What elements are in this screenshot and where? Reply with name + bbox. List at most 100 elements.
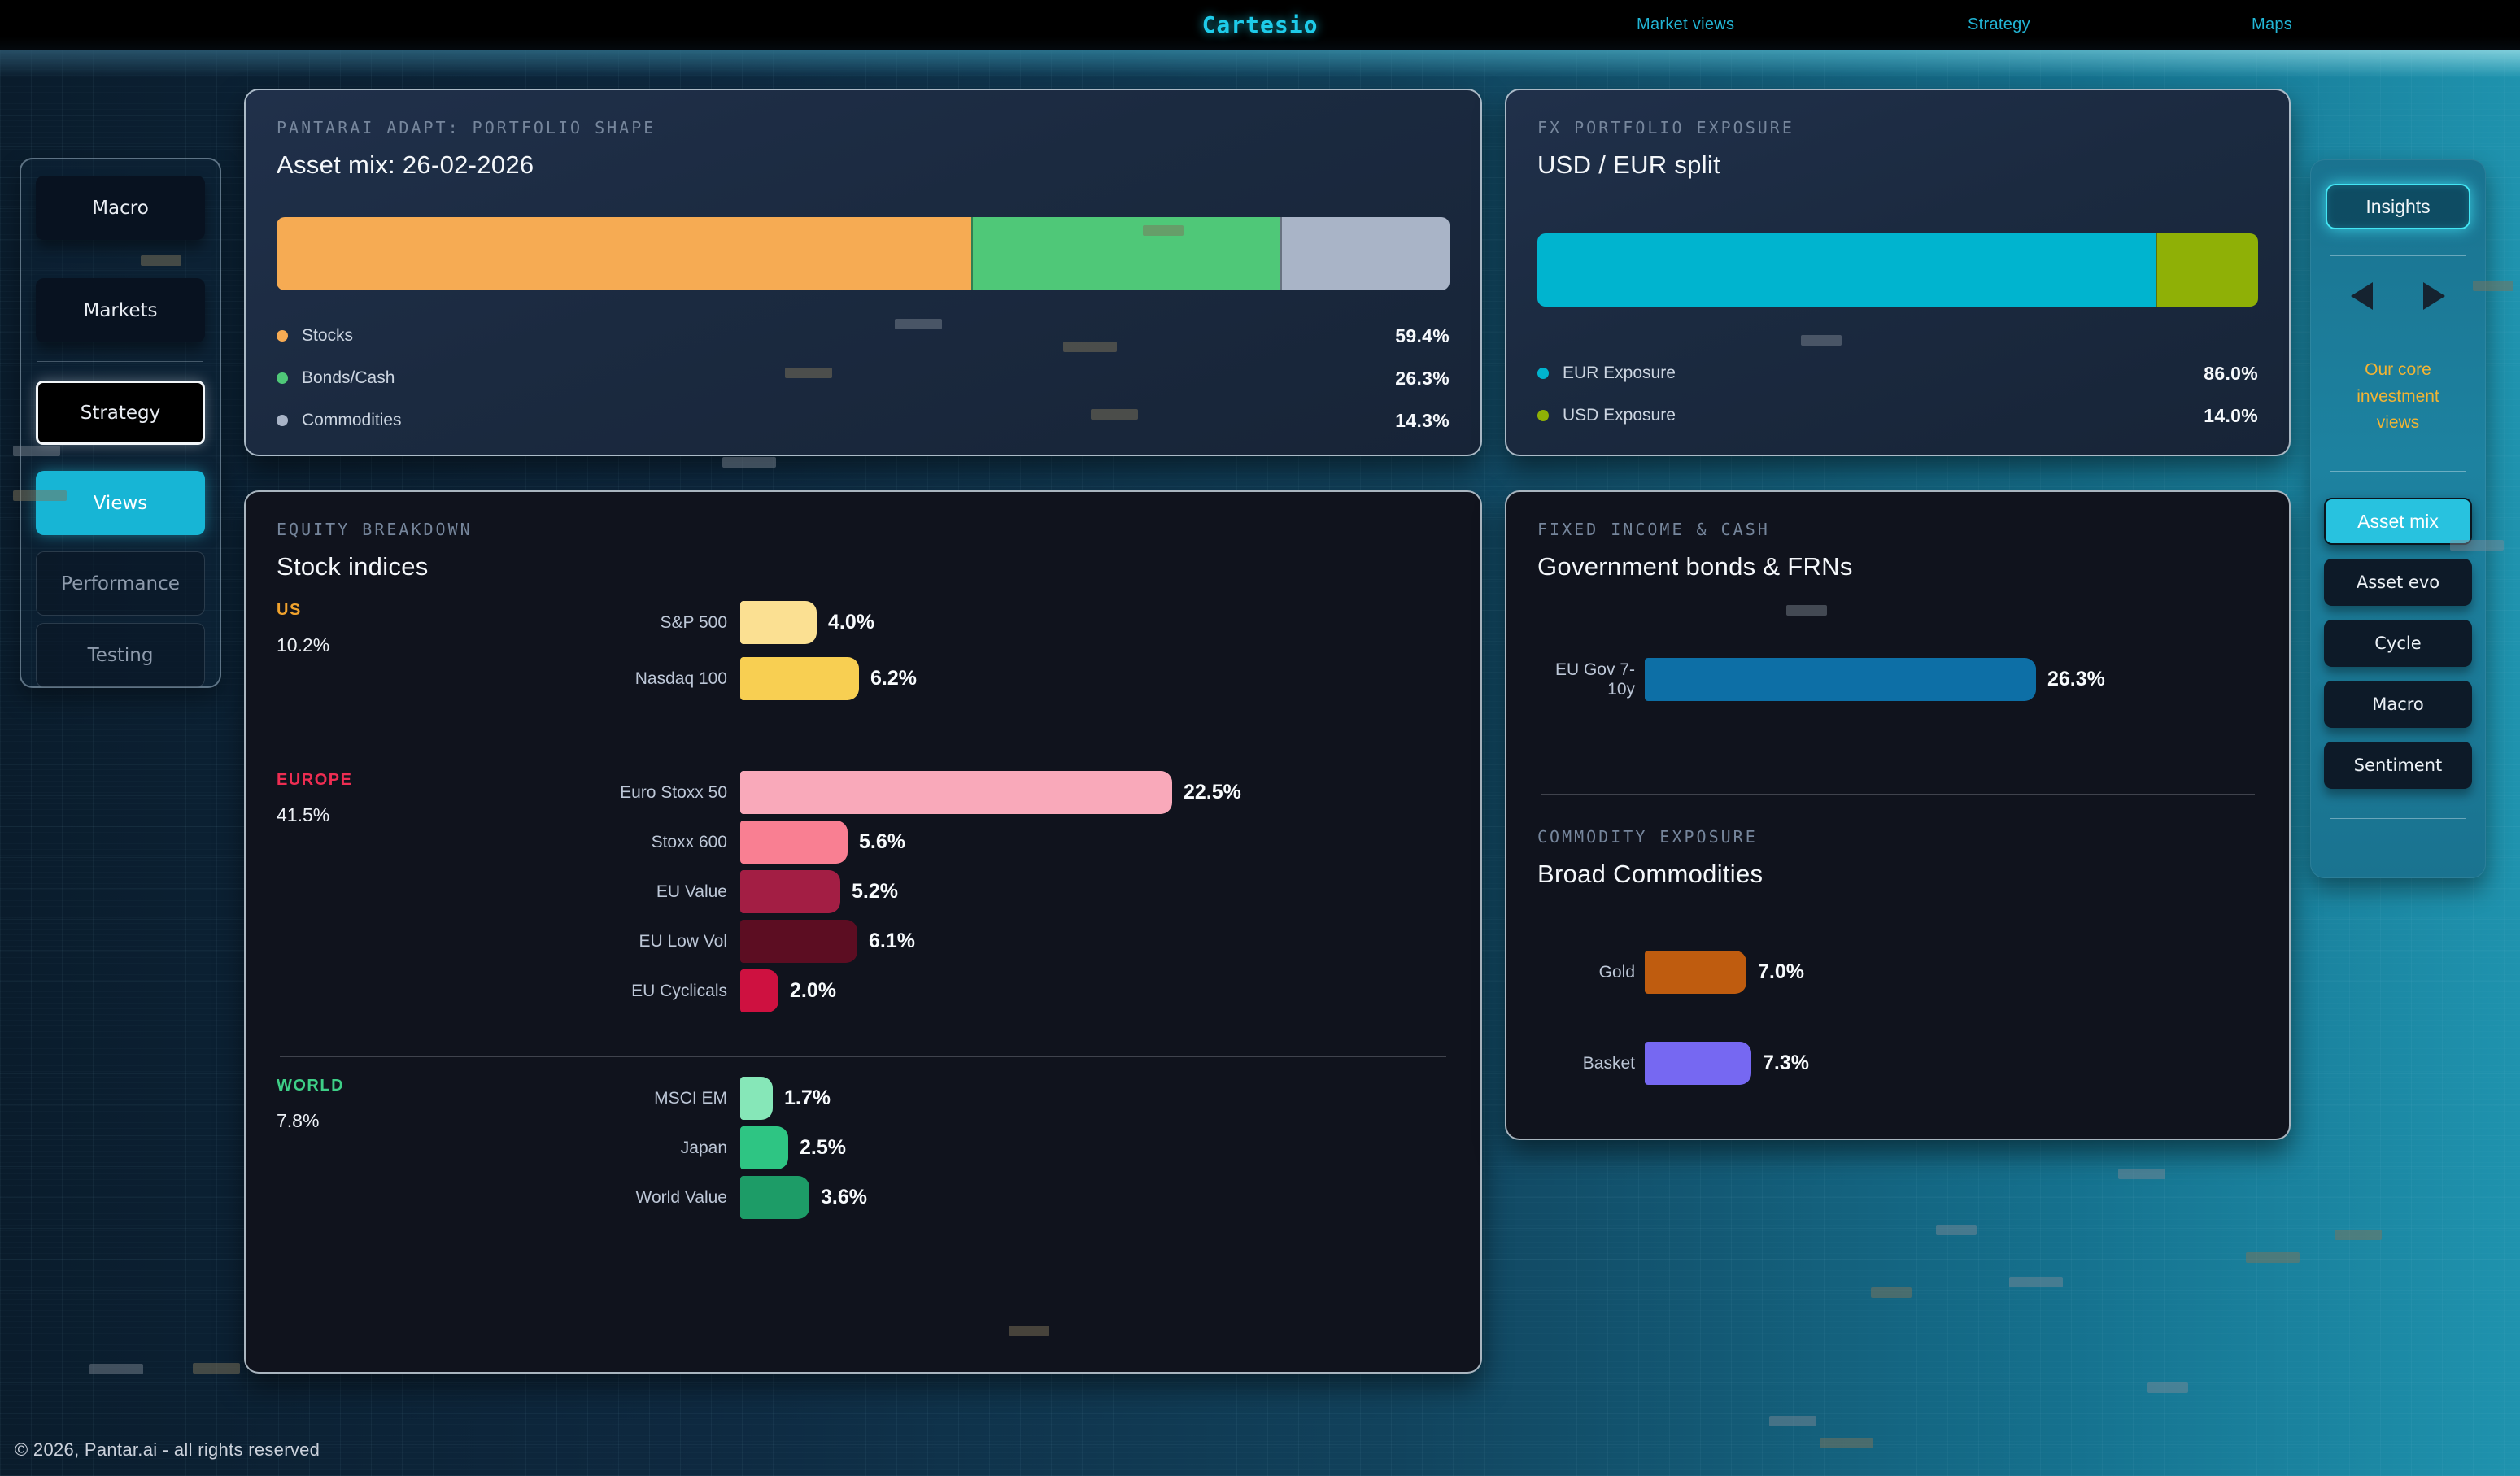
- app-logo[interactable]: Cartesio: [1202, 11, 1319, 38]
- legend-label: Commodities: [302, 411, 402, 430]
- row-basket: Basket 7.3%: [1537, 1042, 2258, 1085]
- equity-row-japan: Japan2.5%: [521, 1126, 1450, 1169]
- segment-commodities: [1280, 217, 1450, 290]
- view-button-sentiment[interactable]: Sentiment: [2324, 742, 2472, 789]
- sidebar-item-performance[interactable]: Performance: [36, 551, 205, 616]
- view-buttons: Asset mix Asset evo Cycle Macro Sentiment: [2323, 498, 2473, 789]
- deco-dash: [1871, 1287, 1912, 1298]
- segment-stocks: [277, 217, 971, 290]
- view-button-macro[interactable]: Macro: [2324, 681, 2472, 728]
- nav-link-market-views[interactable]: Market views: [1637, 15, 1734, 34]
- bar-label: Euro Stoxx 50: [521, 783, 740, 803]
- legend-value: 26.3%: [1395, 368, 1450, 390]
- core-views-caption: Our core investment views: [2336, 357, 2460, 437]
- insights-button[interactable]: Insights: [2326, 184, 2470, 229]
- bar-label: World Value: [521, 1188, 740, 1208]
- deco-dash: [1769, 1416, 1816, 1426]
- bar-japan: [740, 1126, 788, 1169]
- deco-dash: [89, 1364, 143, 1374]
- bar-label: EU Low Vol: [521, 932, 740, 951]
- bar-value: 6.2%: [870, 667, 917, 690]
- nav-glow-band: [0, 50, 2520, 78]
- panel-header: FX PORTFOLIO EXPOSURE: [1537, 118, 2258, 137]
- equity-section-europe: EUROPE 41.5%Euro Stoxx 5022.5% Stoxx 600 5.…: [277, 771, 1450, 1019]
- panel-title: Asset mix: 26-02-2026: [277, 150, 1450, 180]
- equity-row-euro-stoxx-50: Euro Stoxx 5022.5%: [521, 771, 1450, 814]
- nav-link-strategy[interactable]: Strategy: [1968, 15, 2030, 34]
- fixed-income-rows: EU Gov 7-10y26.3%: [1537, 658, 2258, 701]
- sidebar-item-macro[interactable]: Macro: [36, 176, 205, 240]
- deco-dash: [722, 457, 776, 468]
- deco-dash: [2118, 1169, 2165, 1179]
- section-label: EUROPE: [277, 771, 521, 790]
- sidebar-item-views[interactable]: Views: [36, 471, 205, 535]
- next-arrow-button[interactable]: [2423, 282, 2445, 310]
- section-total: 7.8%: [277, 1110, 521, 1132]
- bar-value: 7.0%: [1758, 960, 1804, 984]
- view-button-cycle[interactable]: Cycle: [2324, 620, 2472, 667]
- deco-dash: [2009, 1277, 2063, 1287]
- panel-portfolio-shape: PANTARAI ADAPT: PORTFOLIO SHAPE Asset mi…: [244, 89, 1482, 456]
- bar-value: 3.6%: [821, 1186, 867, 1209]
- panel-title: Government bonds & FRNs: [1537, 552, 2258, 581]
- section-label: WORLD: [277, 1077, 521, 1095]
- panel-equity-breakdown: EQUITY BREAKDOWN Stock indices US10.2%S&…: [244, 490, 1482, 1374]
- equity-section-us: US10.2%S&P 5004.0%Nasdaq 1006.2%: [277, 601, 1450, 713]
- prev-arrow-button[interactable]: [2351, 282, 2373, 310]
- bar-value: 5.6%: [859, 830, 905, 854]
- sidebar-item-testing[interactable]: Testing: [36, 623, 205, 687]
- bar-eu-gov-7-10y: [1645, 658, 2036, 701]
- view-button-asset-evo[interactable]: Asset evo: [2324, 559, 2472, 606]
- segment-eur-exposure: [1537, 233, 2156, 307]
- legend-row: EUR Exposure 86.0%: [1537, 352, 2258, 394]
- legend-row: Stocks 59.4%: [277, 315, 1450, 357]
- bar-label: Gold: [1537, 963, 1645, 982]
- carousel-arrows: [2323, 282, 2473, 310]
- panel-header: FIXED INCOME & CASH: [1537, 520, 2258, 539]
- bar-msci-em: [740, 1077, 773, 1120]
- sidebar-item-strategy[interactable]: Strategy: [36, 381, 205, 445]
- bar-value: 7.3%: [1763, 1051, 1809, 1075]
- segment-bonds-cash: [971, 217, 1280, 290]
- section-label: US: [277, 601, 521, 620]
- equity-row-eu-value: EU Value5.2%: [521, 870, 1450, 913]
- deco-dash: [2147, 1382, 2188, 1393]
- legend-label: Bonds/Cash: [302, 368, 395, 388]
- legend-row: Bonds/Cash 26.3%: [277, 357, 1450, 399]
- section-summary: US10.2%: [277, 601, 521, 713]
- deco-dash: [1936, 1225, 1977, 1235]
- legend-value: 86.0%: [2204, 363, 2258, 385]
- bar-euro-stoxx-50: [740, 771, 1172, 814]
- footer-copyright: © 2026, Pantar.ai - all rights reserved: [15, 1439, 320, 1461]
- view-button-asset-mix[interactable]: Asset mix: [2324, 498, 2472, 545]
- bar-label: Stoxx 600: [521, 833, 740, 852]
- panel-divider: [1541, 794, 2255, 795]
- bar-eu-cyclicals: [740, 969, 778, 1012]
- equity-row-nasdaq-100: Nasdaq 100 6.2%: [521, 657, 1450, 700]
- deco-dash: [1820, 1438, 1873, 1448]
- sidebar-item-markets[interactable]: Markets: [36, 278, 205, 342]
- legend-label: USD Exposure: [1563, 406, 1676, 425]
- bar-label: EU Value: [521, 882, 740, 902]
- legend-row: Commodities14.3%: [277, 399, 1450, 442]
- legend-label: EUR Exposure: [1563, 364, 1676, 383]
- equity-row-eu-low-vol: EU Low Vol6.1%: [521, 920, 1450, 963]
- bar-nasdaq-100: [740, 657, 859, 700]
- bar-label: Basket: [1537, 1054, 1645, 1073]
- legend-dot-commodities: [277, 415, 288, 426]
- section-total: 41.5%: [277, 804, 521, 826]
- legend-dot-eur-exposure: [1537, 368, 1549, 379]
- divider: [2330, 818, 2466, 819]
- asset-mix-legend: Stocks 59.4% Bonds/Cash 26.3% Commodities14.…: [277, 315, 1450, 442]
- section-rows: Euro Stoxx 5022.5% Stoxx 600 5.6% EU Value5…: [521, 771, 1450, 1019]
- fx-legend: EUR Exposure86.0%USD Exposure14.0%: [1537, 352, 2258, 437]
- equity-sections: US10.2%S&P 5004.0%Nasdaq 1006.2%EUROPE41…: [277, 601, 1450, 1226]
- bar-gold: [1645, 951, 1746, 994]
- legend-value: 59.4%: [1395, 325, 1450, 347]
- legend-label: Stocks: [302, 326, 353, 346]
- nav-link-maps[interactable]: Maps: [2252, 15, 2292, 34]
- bar-label: Nasdaq 100: [521, 669, 740, 689]
- sidebar-divider: [37, 361, 203, 362]
- bar-value: 2.5%: [800, 1136, 846, 1160]
- equity-row-eu-cyclicals: EU Cyclicals2.0%: [521, 969, 1450, 1012]
